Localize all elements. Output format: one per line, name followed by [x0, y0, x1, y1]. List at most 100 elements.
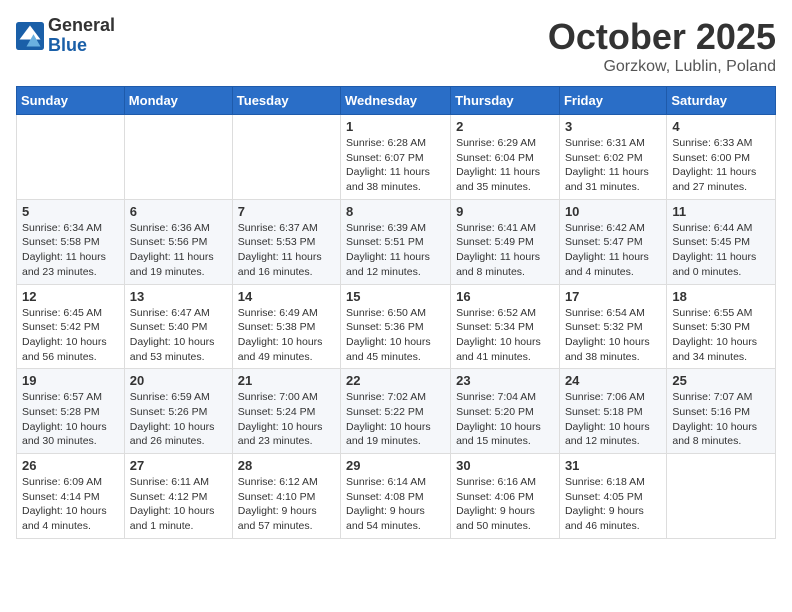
- calendar-cell: 27 Sunrise: 6:11 AM Sunset: 4:12 PM Dayli…: [124, 454, 232, 539]
- day-number: 21: [238, 373, 335, 388]
- calendar-cell: 7 Sunrise: 6:37 AM Sunset: 5:53 PM Daylig…: [232, 199, 340, 284]
- day-number: 12: [22, 289, 119, 304]
- day-info: Sunrise: 6:50 AM Sunset: 5:36 PM Dayligh…: [346, 306, 445, 365]
- calendar-cell: 24Sunrise: 7:06 AM Sunset: 5:18 PM Dayli…: [559, 369, 666, 454]
- calendar-cell: 11 Sunrise: 6:44 AM Sunset: 5:45 PM Dayli…: [667, 199, 776, 284]
- day-number: 23: [456, 373, 554, 388]
- calendar-week-row: 1Sunrise: 6:28 AM Sunset: 6:07 PM Daylig…: [17, 115, 776, 200]
- day-info: Sunrise: 7:07 AM Sunset: 5:16 PM Dayligh…: [672, 390, 770, 449]
- calendar-cell: 12 Sunrise: 6:45 AM Sunset: 5:42 PM Dayli…: [17, 284, 125, 369]
- day-number: 18: [672, 289, 770, 304]
- day-number: 30: [456, 458, 554, 473]
- month-title: October 2025: [548, 16, 776, 58]
- day-number: 8: [346, 204, 445, 219]
- day-number: 1: [346, 119, 445, 134]
- day-info: Sunrise: 6:11 AM Sunset: 4:12 PM Dayligh…: [130, 475, 227, 534]
- calendar-cell: 25 Sunrise: 7:07 AM Sunset: 5:16 PM Dayli…: [667, 369, 776, 454]
- day-number: 27: [130, 458, 227, 473]
- calendar-cell: [232, 115, 340, 200]
- weekday-header: Sunday: [17, 87, 125, 115]
- day-number: 24: [565, 373, 661, 388]
- day-number: 16: [456, 289, 554, 304]
- day-number: 10: [565, 204, 661, 219]
- day-number: 20: [130, 373, 227, 388]
- day-info: Sunrise: 6:52 AM Sunset: 5:34 PM Dayligh…: [456, 306, 554, 365]
- day-number: 4: [672, 119, 770, 134]
- calendar-cell: 29 Sunrise: 6:14 AM Sunset: 4:08 PM Dayli…: [341, 454, 451, 539]
- calendar-cell: 20 Sunrise: 6:59 AM Sunset: 5:26 PM Dayli…: [124, 369, 232, 454]
- day-number: 6: [130, 204, 227, 219]
- calendar-cell: 21 Sunrise: 7:00 AM Sunset: 5:24 PM Dayli…: [232, 369, 340, 454]
- day-info: Sunrise: 6:31 AM Sunset: 6:02 PM Dayligh…: [565, 136, 661, 195]
- weekday-header: Thursday: [451, 87, 560, 115]
- logo: General Blue: [16, 16, 115, 56]
- day-number: 14: [238, 289, 335, 304]
- day-info: Sunrise: 6:44 AM Sunset: 5:45 PM Dayligh…: [672, 221, 770, 280]
- day-info: Sunrise: 6:14 AM Sunset: 4:08 PM Dayligh…: [346, 475, 445, 534]
- day-info: Sunrise: 7:00 AM Sunset: 5:24 PM Dayligh…: [238, 390, 335, 449]
- calendar-cell: 28Sunrise: 6:12 AM Sunset: 4:10 PM Dayli…: [232, 454, 340, 539]
- day-info: Sunrise: 6:42 AM Sunset: 5:47 PM Dayligh…: [565, 221, 661, 280]
- calendar-cell: 14 Sunrise: 6:49 AM Sunset: 5:38 PM Dayli…: [232, 284, 340, 369]
- calendar-cell: 4 Sunrise: 6:33 AM Sunset: 6:00 PM Daylig…: [667, 115, 776, 200]
- day-number: 5: [22, 204, 119, 219]
- day-info: Sunrise: 6:39 AM Sunset: 5:51 PM Dayligh…: [346, 221, 445, 280]
- calendar-cell: [667, 454, 776, 539]
- calendar-cell: 18 Sunrise: 6:55 AM Sunset: 5:30 PM Dayli…: [667, 284, 776, 369]
- day-number: 22: [346, 373, 445, 388]
- day-number: 11: [672, 204, 770, 219]
- calendar-cell: 19 Sunrise: 6:57 AM Sunset: 5:28 PM Dayli…: [17, 369, 125, 454]
- day-number: 31: [565, 458, 661, 473]
- day-info: Sunrise: 6:34 AM Sunset: 5:58 PM Dayligh…: [22, 221, 119, 280]
- day-info: Sunrise: 6:49 AM Sunset: 5:38 PM Dayligh…: [238, 306, 335, 365]
- day-info: Sunrise: 6:55 AM Sunset: 5:30 PM Dayligh…: [672, 306, 770, 365]
- day-number: 19: [22, 373, 119, 388]
- title-block: October 2025 Gorzkow, Lublin, Poland: [548, 16, 776, 76]
- day-info: Sunrise: 7:02 AM Sunset: 5:22 PM Dayligh…: [346, 390, 445, 449]
- weekday-header: Friday: [559, 87, 666, 115]
- day-info: Sunrise: 6:59 AM Sunset: 5:26 PM Dayligh…: [130, 390, 227, 449]
- calendar-cell: 30Sunrise: 6:16 AM Sunset: 4:06 PM Dayli…: [451, 454, 560, 539]
- day-number: 15: [346, 289, 445, 304]
- day-info: Sunrise: 6:57 AM Sunset: 5:28 PM Dayligh…: [22, 390, 119, 449]
- day-info: Sunrise: 6:54 AM Sunset: 5:32 PM Dayligh…: [565, 306, 661, 365]
- calendar-cell: 3 Sunrise: 6:31 AM Sunset: 6:02 PM Daylig…: [559, 115, 666, 200]
- day-info: Sunrise: 6:37 AM Sunset: 5:53 PM Dayligh…: [238, 221, 335, 280]
- logo-icon: [16, 22, 44, 50]
- calendar-cell: 15 Sunrise: 6:50 AM Sunset: 5:36 PM Dayli…: [341, 284, 451, 369]
- calendar-cell: 2 Sunrise: 6:29 AM Sunset: 6:04 PM Daylig…: [451, 115, 560, 200]
- day-number: 3: [565, 119, 661, 134]
- day-info: Sunrise: 6:45 AM Sunset: 5:42 PM Dayligh…: [22, 306, 119, 365]
- calendar-week-row: 5 Sunrise: 6:34 AM Sunset: 5:58 PM Daylig…: [17, 199, 776, 284]
- calendar-cell: 9Sunrise: 6:41 AM Sunset: 5:49 PM Daylig…: [451, 199, 560, 284]
- calendar-cell: 31 Sunrise: 6:18 AM Sunset: 4:05 PM Dayli…: [559, 454, 666, 539]
- page-header: General Blue October 2025 Gorzkow, Lubli…: [16, 16, 776, 76]
- calendar-week-row: 26 Sunrise: 6:09 AM Sunset: 4:14 PM Dayli…: [17, 454, 776, 539]
- weekday-header-row: SundayMondayTuesdayWednesdayThursdayFrid…: [17, 87, 776, 115]
- day-info: Sunrise: 6:33 AM Sunset: 6:00 PM Dayligh…: [672, 136, 770, 195]
- logo-text: General Blue: [48, 16, 115, 56]
- day-number: 28: [238, 458, 335, 473]
- calendar: SundayMondayTuesdayWednesdayThursdayFrid…: [16, 86, 776, 539]
- day-number: 29: [346, 458, 445, 473]
- day-number: 2: [456, 119, 554, 134]
- location: Gorzkow, Lublin, Poland: [548, 58, 776, 76]
- calendar-cell: [124, 115, 232, 200]
- calendar-cell: 23Sunrise: 7:04 AM Sunset: 5:20 PM Dayli…: [451, 369, 560, 454]
- day-info: Sunrise: 6:18 AM Sunset: 4:05 PM Dayligh…: [565, 475, 661, 534]
- calendar-cell: 22 Sunrise: 7:02 AM Sunset: 5:22 PM Dayli…: [341, 369, 451, 454]
- calendar-cell: 8 Sunrise: 6:39 AM Sunset: 5:51 PM Daylig…: [341, 199, 451, 284]
- day-number: 17: [565, 289, 661, 304]
- weekday-header: Wednesday: [341, 87, 451, 115]
- calendar-cell: 5 Sunrise: 6:34 AM Sunset: 5:58 PM Daylig…: [17, 199, 125, 284]
- day-number: 26: [22, 458, 119, 473]
- calendar-week-row: 12 Sunrise: 6:45 AM Sunset: 5:42 PM Dayli…: [17, 284, 776, 369]
- day-number: 7: [238, 204, 335, 219]
- day-info: Sunrise: 6:41 AM Sunset: 5:49 PM Dayligh…: [456, 221, 554, 280]
- day-info: Sunrise: 6:29 AM Sunset: 6:04 PM Dayligh…: [456, 136, 554, 195]
- logo-blue: Blue: [48, 36, 115, 56]
- day-number: 13: [130, 289, 227, 304]
- day-number: 25: [672, 373, 770, 388]
- weekday-header: Saturday: [667, 87, 776, 115]
- day-info: Sunrise: 6:09 AM Sunset: 4:14 PM Dayligh…: [22, 475, 119, 534]
